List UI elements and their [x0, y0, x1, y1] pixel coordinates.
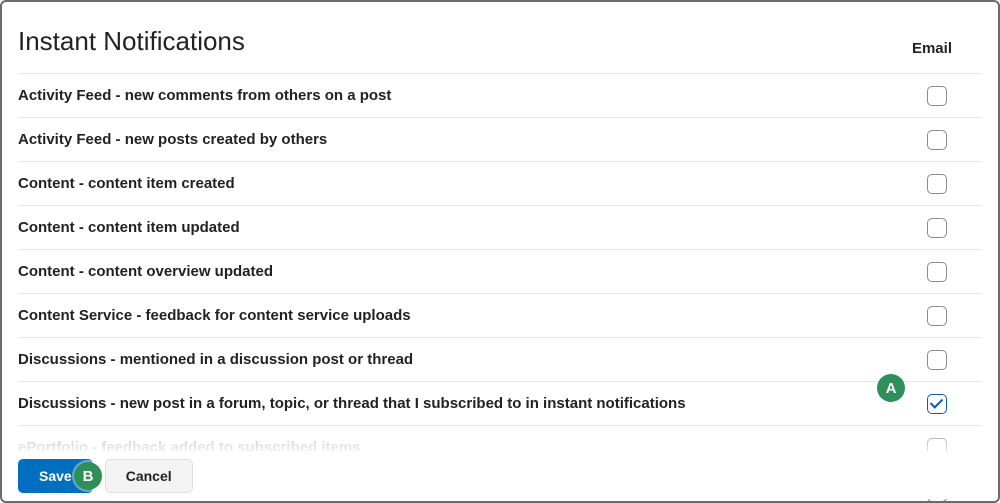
notification-label: Activity Feed - new comments from others… [18, 87, 391, 104]
checkbox-cell [922, 350, 982, 370]
annotation-marker-b: B [74, 462, 102, 490]
email-checkbox[interactable] [927, 86, 947, 106]
page-title: Instant Notifications [18, 26, 245, 57]
checkbox-cell [922, 86, 982, 106]
checkbox-cell [922, 130, 982, 150]
annotation-marker-a: A [877, 374, 905, 402]
checkbox-cell [922, 218, 982, 238]
notification-label: Activity Feed - new posts created by oth… [18, 131, 327, 148]
notification-row: Discussions - mentioned in a discussion … [18, 337, 982, 381]
notification-label: Content - content overview updated [18, 263, 273, 280]
checkbox-cell [922, 262, 982, 282]
header-row: Instant Notifications Email [18, 26, 982, 73]
notification-label: Content - content item updated [18, 219, 240, 236]
cancel-button[interactable]: Cancel [105, 459, 193, 493]
checkbox-cell [922, 394, 982, 414]
notification-row: Content - content item updated [18, 205, 982, 249]
notification-label: Content - content item created [18, 175, 235, 192]
notification-row: Activity Feed - new comments from others… [18, 73, 982, 117]
notification-row: Activity Feed - new posts created by oth… [18, 117, 982, 161]
email-checkbox[interactable] [927, 306, 947, 326]
notification-row: Content Service - feedback for content s… [18, 293, 982, 337]
notification-settings-panel: Instant Notifications Email Activity Fee… [0, 0, 1000, 503]
checkbox-cell [922, 174, 982, 194]
email-checkbox[interactable] [927, 262, 947, 282]
email-checkbox[interactable] [927, 174, 947, 194]
email-checkbox[interactable] [927, 130, 947, 150]
notification-row: Content - content item created [18, 161, 982, 205]
notification-row: Discussions - new post in a forum, topic… [18, 381, 982, 425]
email-checkbox[interactable] [927, 350, 947, 370]
email-checkbox[interactable] [927, 394, 947, 414]
checkbox-cell [922, 306, 982, 326]
notification-label: Discussions - mentioned in a discussion … [18, 351, 413, 368]
column-header-email: Email [912, 40, 982, 57]
footer-bar: Save Cancel [4, 451, 996, 499]
notification-label: Discussions - new post in a forum, topic… [18, 395, 686, 412]
email-checkbox[interactable] [927, 218, 947, 238]
notification-row: Content - content overview updated [18, 249, 982, 293]
notification-label: Content Service - feedback for content s… [18, 307, 411, 324]
notification-rows: Activity Feed - new comments from others… [18, 73, 982, 503]
content-area: Instant Notifications Email Activity Fee… [2, 2, 998, 503]
